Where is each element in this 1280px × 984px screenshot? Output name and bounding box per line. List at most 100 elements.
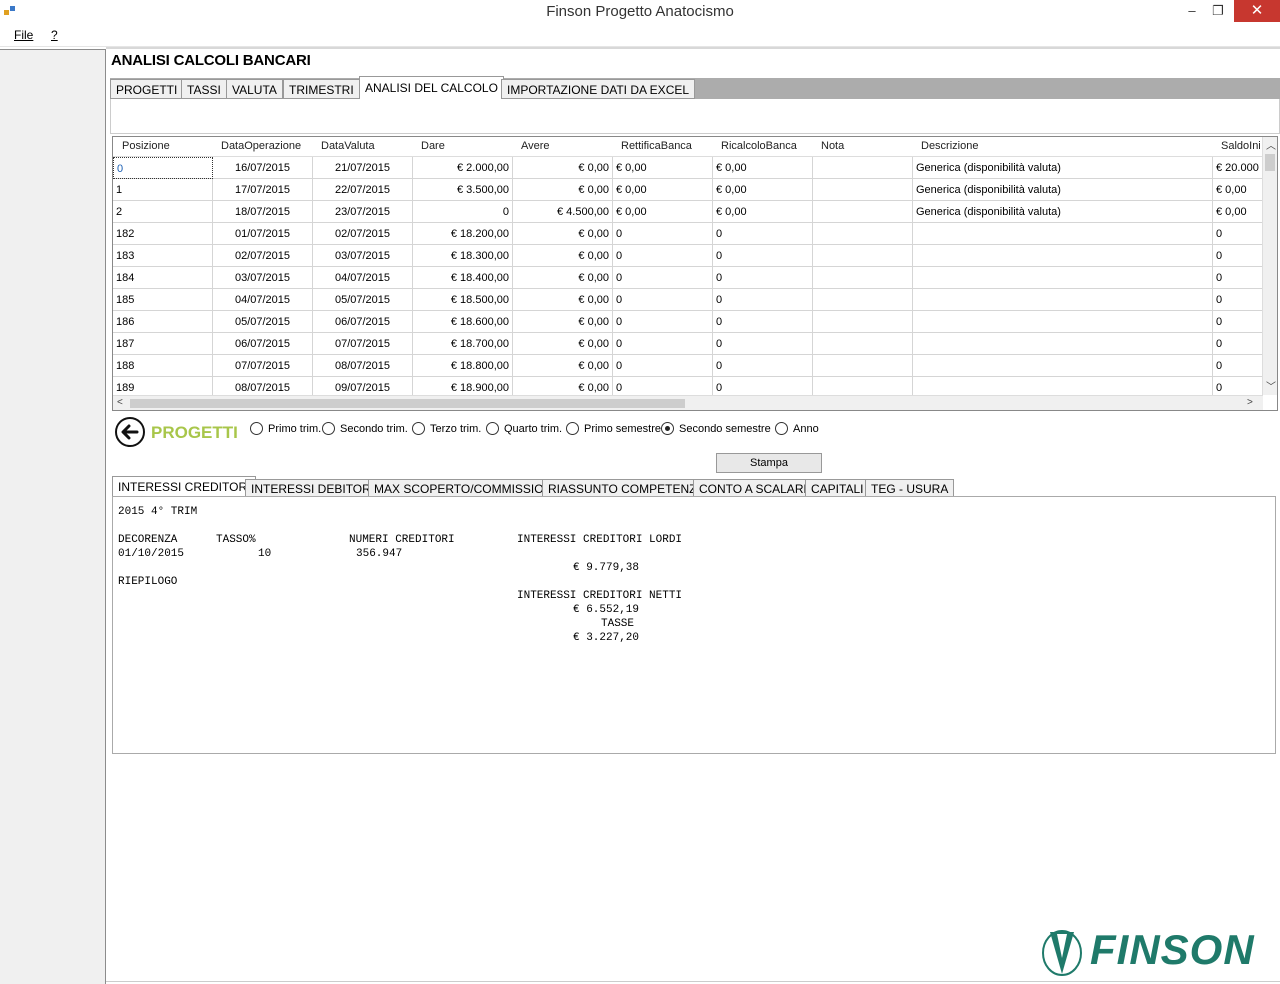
table-cell[interactable] (813, 355, 913, 377)
table-row[interactable]: 187 06/07/2015 07/07/2015 € 18.700,00 € 0,00… (113, 333, 1263, 355)
table-cell[interactable]: 22/07/2015 (313, 179, 413, 201)
table-cell[interactable]: 0 (613, 289, 713, 311)
table-cell[interactable]: 02/07/2015 (313, 223, 413, 245)
table-cell[interactable]: 0 (1213, 223, 1263, 245)
table-cell[interactable]: 03/07/2015 (313, 245, 413, 267)
table-cell[interactable] (913, 267, 1213, 289)
table-row[interactable]: 0 16/07/2015 21/07/2015 € 2.000,00 € 0,00 € 0… (113, 157, 1263, 179)
table-cell[interactable]: 04/07/2015 (313, 267, 413, 289)
table-cell[interactable]: € 0,00 (613, 201, 713, 223)
table-cell[interactable]: € 18.700,00 (413, 333, 513, 355)
table-cell[interactable]: € 18.400,00 (413, 267, 513, 289)
table-row[interactable]: 186 05/07/2015 06/07/2015 € 18.600,00 € 0,00… (113, 311, 1263, 333)
table-cell[interactable] (813, 223, 913, 245)
tab-tassi[interactable]: TASSI (181, 79, 227, 99)
table-cell[interactable]: 0 (613, 333, 713, 355)
table-cell[interactable]: 06/07/2015 (213, 333, 313, 355)
table-cell[interactable] (813, 201, 913, 223)
table-row[interactable]: 182 01/07/2015 02/07/2015 € 18.200,00 € 0,00… (113, 223, 1263, 245)
col-header[interactable]: Nota (821, 140, 844, 152)
tab-conto-a-scalare[interactable]: CONTO A SCALARE (693, 479, 818, 497)
table-cell[interactable]: 0 (1213, 311, 1263, 333)
radio-button[interactable] (412, 422, 425, 435)
menu-help[interactable]: ? (51, 28, 58, 42)
tab-max-scoperto[interactable]: MAX SCOPERTO/COMMISSIONI (368, 479, 562, 497)
table-cell[interactable]: 0 (1213, 333, 1263, 355)
table-cell[interactable] (913, 289, 1213, 311)
table-cell[interactable]: € 18.200,00 (413, 223, 513, 245)
table-cell[interactable]: 08/07/2015 (313, 355, 413, 377)
table-cell[interactable]: 0 (1213, 289, 1263, 311)
table-cell[interactable]: 0 (613, 355, 713, 377)
table-cell[interactable] (913, 333, 1213, 355)
table-cell[interactable]: 02/07/2015 (213, 245, 313, 267)
table-cell[interactable]: 0 (713, 289, 813, 311)
table-row[interactable]: 183 02/07/2015 03/07/2015 € 18.300,00 € 0,00… (113, 245, 1263, 267)
table-cell[interactable]: € 0,00 (513, 289, 613, 311)
table-cell[interactable]: € 18.300,00 (413, 245, 513, 267)
table-cell[interactable] (913, 245, 1213, 267)
tab-trimestri[interactable]: TRIMESTRI (283, 79, 360, 99)
table-cell[interactable]: € 0,00 (613, 179, 713, 201)
table-cell[interactable] (913, 223, 1213, 245)
table-cell[interactable] (813, 333, 913, 355)
tab-valuta[interactable]: VALUTA (226, 79, 283, 99)
table-cell[interactable]: 0 (413, 201, 513, 223)
tab-teg-usura[interactable]: TEG - USURA (865, 479, 955, 497)
table-cell[interactable]: € 3.500,00 (413, 179, 513, 201)
table-cell[interactable] (913, 311, 1213, 333)
table-row[interactable]: 188 07/07/2015 08/07/2015 € 18.800,00 € 0,00… (113, 355, 1263, 377)
table-cell[interactable]: 0 (1213, 267, 1263, 289)
table-cell[interactable]: 05/07/2015 (313, 289, 413, 311)
table-cell[interactable]: 01/07/2015 (213, 223, 313, 245)
table-cell[interactable]: 186 (113, 311, 213, 333)
col-header[interactable]: Descrizione (921, 140, 978, 152)
tab-riassunto-competenze[interactable]: RIASSUNTO COMPETENZE (542, 479, 711, 497)
report-text-area[interactable]: 2015 4° TRIM DECORENZA TASSO% NUMERI CRE… (112, 496, 1276, 754)
table-cell[interactable]: 0 (713, 267, 813, 289)
table-cell[interactable]: Generica (disponibilità valuta) (913, 201, 1213, 223)
table-cell[interactable]: 0 (713, 223, 813, 245)
radio-button[interactable] (486, 422, 499, 435)
menu-file[interactable]: File (14, 28, 33, 42)
table-cell[interactable]: € 0,00 (513, 355, 613, 377)
col-header[interactable]: RettificaBanca (621, 140, 692, 152)
table-cell[interactable]: 188 (113, 355, 213, 377)
table-cell[interactable]: € 0,00 (713, 201, 813, 223)
tab-progetti[interactable]: PROGETTI (110, 79, 184, 99)
table-cell[interactable]: 18/07/2015 (213, 201, 313, 223)
table-cell[interactable]: 0 (713, 333, 813, 355)
table-cell[interactable]: € 18.500,00 (413, 289, 513, 311)
table-cell[interactable]: 04/07/2015 (213, 289, 313, 311)
table-cell[interactable]: 0 (113, 157, 213, 179)
scroll-up-icon[interactable]: ︿ (1266, 137, 1276, 152)
table-cell[interactable]: € 0,00 (1213, 179, 1263, 201)
scroll-thumb[interactable] (130, 399, 685, 408)
table-cell[interactable]: Generica (disponibilità valuta) (913, 157, 1213, 179)
data-grid[interactable]: Posizione DataOperazione DataValuta Dare… (112, 136, 1278, 411)
col-header[interactable]: Dare (421, 140, 445, 152)
table-cell[interactable]: € 0,00 (513, 223, 613, 245)
col-header[interactable]: Posizione (122, 140, 170, 152)
table-cell[interactable] (913, 355, 1213, 377)
col-header[interactable]: RicalcoloBanca (721, 140, 797, 152)
table-cell[interactable]: € 0,00 (513, 267, 613, 289)
scroll-left-icon[interactable]: < (117, 397, 123, 408)
table-row[interactable]: 1 17/07/2015 22/07/2015 € 3.500,00 € 0,00 € 0… (113, 179, 1263, 201)
table-cell[interactable]: 07/07/2015 (213, 355, 313, 377)
tab-interessi-debitori[interactable]: INTERESSI DEBITORI (245, 479, 381, 497)
table-cell[interactable]: 17/07/2015 (213, 179, 313, 201)
restore-button[interactable]: ❐ (1204, 0, 1232, 22)
table-cell[interactable]: 0 (613, 267, 713, 289)
scroll-thumb[interactable] (1265, 154, 1275, 171)
radio-button[interactable] (250, 422, 263, 435)
radio-button[interactable] (322, 422, 335, 435)
table-cell[interactable]: € 0,00 (613, 157, 713, 179)
table-cell[interactable] (813, 289, 913, 311)
table-cell[interactable]: € 0,00 (513, 245, 613, 267)
table-cell[interactable]: 05/07/2015 (213, 311, 313, 333)
table-cell[interactable] (813, 311, 913, 333)
table-cell[interactable]: Generica (disponibilità valuta) (913, 179, 1213, 201)
back-arrow-icon[interactable] (114, 417, 146, 447)
table-cell[interactable] (813, 267, 913, 289)
